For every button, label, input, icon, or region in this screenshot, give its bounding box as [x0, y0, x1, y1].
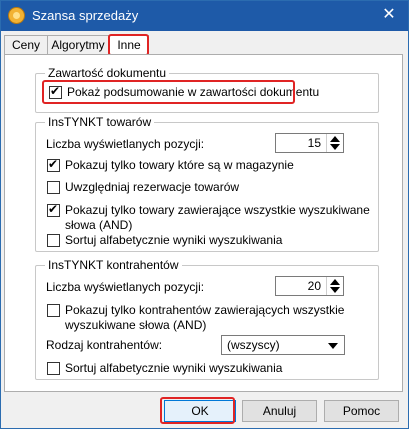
contractor-type-select[interactable]: (wszyscy)	[221, 335, 345, 355]
group-legend: InsTYNKT kontrahentów	[45, 258, 182, 272]
only-in-stock-checkbox[interactable]	[47, 157, 60, 172]
help-button[interactable]: Pomoc	[324, 400, 399, 422]
contractors-sort-checkbox[interactable]	[47, 362, 60, 375]
show-summary-label: Pokaż podsumowanie w zawartości dokument…	[67, 85, 320, 99]
dialog-window: Szansa sprzedaży ✕ Ceny Algorytmy Inne Z…	[0, 0, 409, 429]
tab-algorytmy[interactable]: Algorytmy	[47, 35, 109, 56]
show-summary-checkbox[interactable]	[49, 84, 62, 99]
products-count-value: 15	[307, 136, 321, 150]
contractors-count-label: Liczba wyświetlanych pozycji:	[46, 280, 205, 294]
contractors-all-words-label-line1: Pokazuj tylko kontrahentów zawierających…	[65, 303, 345, 317]
contractors-sort-label: Sortuj alfabetycznie wyniki wyszukiwania	[65, 361, 283, 375]
arrow-up-icon[interactable]	[330, 136, 340, 142]
products-sort-label: Sortuj alfabetycznie wyniki wyszukiwania	[65, 233, 283, 247]
products-all-words-checkbox[interactable]	[47, 202, 60, 217]
arrow-up-icon[interactable]	[330, 279, 340, 285]
only-in-stock-label: Pokazuj tylko towary które są w magazyni…	[65, 158, 294, 172]
tab-panel: Zawartość dokumentu Pokaż podsumowanie w…	[4, 54, 403, 392]
group-legend: InsTYNKT towarów	[45, 115, 155, 129]
window-title: Szansa sprzedaży	[32, 8, 139, 23]
arrow-down-icon[interactable]	[330, 287, 340, 293]
contractor-type-label: Rodzaj kontrahentów:	[46, 338, 163, 352]
close-icon[interactable]: ✕	[380, 6, 398, 24]
include-reservations-checkbox[interactable]	[47, 181, 60, 194]
contractor-type-value: (wszyscy)	[227, 338, 280, 352]
products-sort-checkbox[interactable]	[47, 234, 60, 247]
ok-button[interactable]: OK	[164, 400, 236, 422]
contractors-all-words-checkbox[interactable]	[47, 304, 60, 317]
app-icon	[8, 7, 25, 24]
group-legend: Zawartość dokumentu	[45, 66, 170, 80]
products-count-spinner[interactable]: 15	[275, 133, 344, 153]
products-all-words-label-line2: słowa (AND)	[65, 218, 133, 232]
cancel-button[interactable]: Anuluj	[242, 400, 317, 422]
arrow-down-icon[interactable]	[330, 144, 340, 150]
title-bar[interactable]: Szansa sprzedaży ✕	[1, 1, 408, 31]
contractors-count-value: 20	[307, 279, 321, 293]
spinner-arrows[interactable]	[326, 277, 343, 295]
include-reservations-label: Uwzględniaj rezerwacje towarów	[65, 180, 240, 194]
contractors-count-spinner[interactable]: 20	[275, 276, 344, 296]
products-all-words-label-line1: Pokazuj tylko towary zawierające wszystk…	[65, 203, 370, 217]
products-count-label: Liczba wyświetlanych pozycji:	[46, 137, 205, 151]
chevron-down-icon[interactable]	[328, 343, 338, 349]
tab-ceny[interactable]: Ceny	[4, 35, 48, 56]
spinner-arrows[interactable]	[326, 134, 343, 152]
contractors-all-words-label-line2: wyszukiwane słowa (AND)	[65, 318, 207, 332]
